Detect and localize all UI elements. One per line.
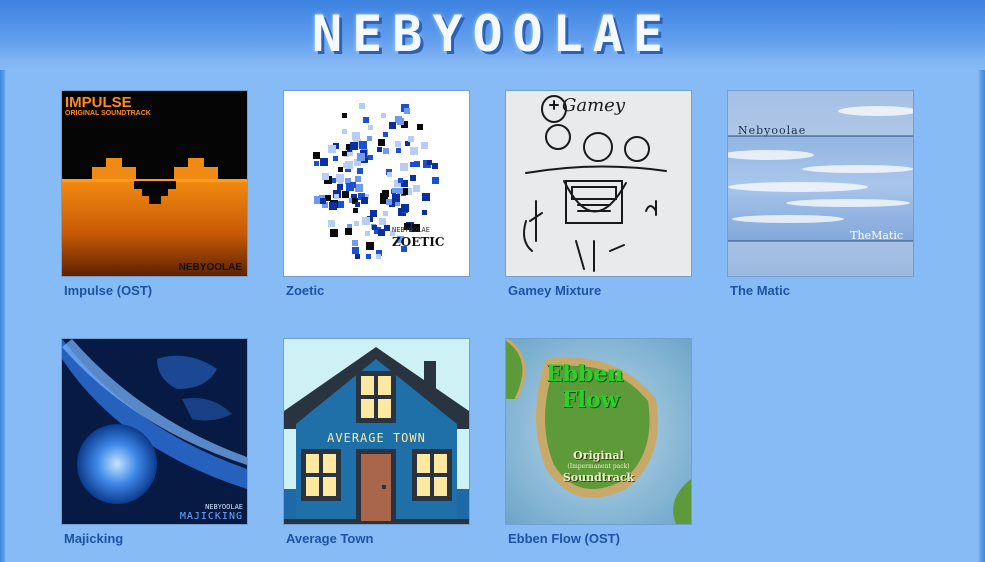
the-matic-cover-artist: Nebyoolae [738, 124, 807, 137]
ebben-flow-cover-line4: (Impermanent pack) [567, 463, 630, 470]
impulse-cover-art [62, 91, 247, 276]
ebben-flow-cover-line2: Flow [562, 387, 620, 413]
impulse-cover-artist: NEBYOOLAE [178, 262, 242, 273]
ebben-flow-cover-line1: Ebben [546, 361, 624, 387]
header: NEBYOOLAE [0, 0, 985, 70]
album-cover-zoetic[interactable]: NEBYOOLAE ZOETIC [284, 91, 469, 276]
album-cover-gamey-mixture[interactable]: Gamey [506, 91, 691, 276]
album-card-ebben-flow[interactable]: Ebben Flow Original (Impermanent pack) S… [506, 339, 696, 546]
ebben-flow-cover-line5: Soundtrack [562, 471, 635, 484]
site-title[interactable]: NEBYOOLAE [310, 2, 675, 66]
album-cover-ebben-flow[interactable]: Ebben Flow Original (Impermanent pack) S… [506, 339, 691, 524]
album-card-the-matic[interactable]: Nebyoolae TheMatic The Matic [728, 91, 918, 298]
average-town-cover-name: AVERAGE TOWN [327, 431, 426, 445]
album-link-majicking[interactable]: Majicking [64, 531, 252, 546]
album-cover-the-matic[interactable]: Nebyoolae TheMatic [728, 91, 913, 276]
majicking-cover-art [62, 339, 247, 524]
album-cover-impulse[interactable]: IMPULSE ORIGINAL SOUNDTRACK NEBYOOLAE [62, 91, 247, 276]
album-link-zoetic[interactable]: Zoetic [286, 283, 474, 298]
album-cover-average-town[interactable]: AVERAGE TOWN [284, 339, 469, 524]
album-link-gamey-mixture[interactable]: Gamey Mixture [508, 283, 696, 298]
the-matic-cover-art [728, 91, 913, 276]
album-card-gamey-mixture[interactable]: Gamey Gamey Mixture [506, 91, 696, 298]
impulse-cover-heading: IMPULSE [65, 94, 132, 111]
impulse-cover-subheading: ORIGINAL SOUNDTRACK [65, 110, 151, 117]
gamey-cover-art [506, 91, 691, 276]
album-link-average-town[interactable]: Average Town [286, 531, 474, 546]
album-link-impulse[interactable]: Impulse (OST) [64, 283, 252, 298]
album-cover-majicking[interactable]: NEBYOOLAE MAJICKING [62, 339, 247, 524]
zoetic-cover-name: ZOETIC [392, 235, 445, 249]
majicking-cover-name: MAJICKING [179, 511, 243, 522]
zoetic-cover-artist: NEBYOOLAE [392, 226, 430, 234]
album-card-majicking[interactable]: NEBYOOLAE MAJICKING Majicking [62, 339, 252, 546]
album-link-the-matic[interactable]: The Matic [730, 283, 918, 298]
album-card-average-town[interactable]: AVERAGE TOWN Average Town [284, 339, 474, 546]
gamey-cover-scrawl: Gamey [562, 95, 625, 116]
the-matic-cover-name: TheMatic [850, 229, 903, 242]
majicking-cover-artist: NEBYOOLAE [205, 503, 243, 511]
album-link-ebben-flow[interactable]: Ebben Flow (OST) [508, 531, 696, 546]
album-card-zoetic[interactable]: NEBYOOLAE ZOETIC Zoetic [284, 91, 474, 298]
ebben-flow-cover-line3: Original [573, 449, 624, 462]
album-card-impulse[interactable]: IMPULSE ORIGINAL SOUNDTRACK NEBYOOLAE Im… [62, 91, 252, 298]
